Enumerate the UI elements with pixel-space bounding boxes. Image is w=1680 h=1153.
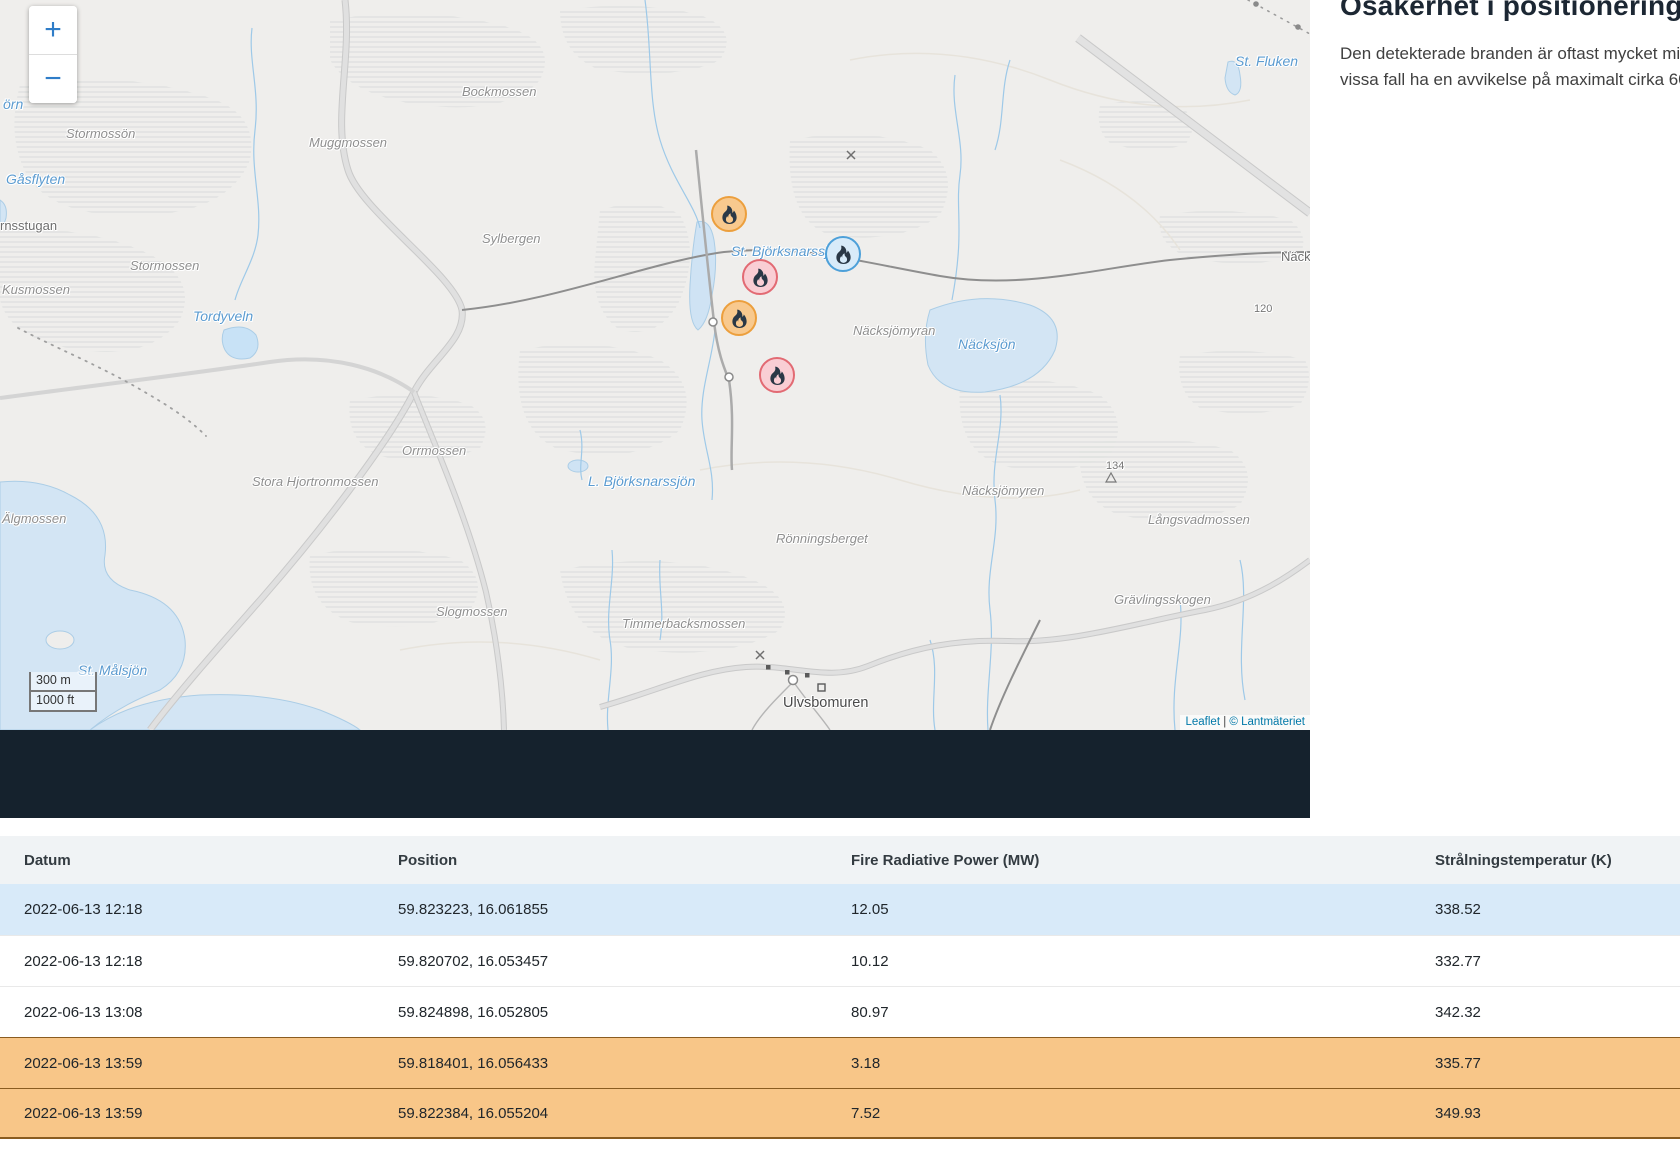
fire-marker-blue-1[interactable] bbox=[825, 236, 861, 272]
cell-temp: 342.32 bbox=[1435, 1003, 1481, 1021]
cell-datum: 2022-06-13 13:08 bbox=[24, 1003, 143, 1021]
lantmateriet-link[interactable]: © Lantmäteriet bbox=[1229, 716, 1305, 728]
cell-temp: 349.93 bbox=[1435, 1104, 1481, 1122]
cell-position: 59.822384, 16.055204 bbox=[398, 1104, 549, 1122]
flame-icon bbox=[752, 268, 768, 287]
scale-imperial: 1000 ft bbox=[29, 692, 97, 712]
cell-datum: 2022-06-13 13:59 bbox=[24, 1054, 143, 1072]
map-label-näcksjömyran: Näcksjömyran bbox=[853, 323, 936, 338]
attribution-separator: | bbox=[1220, 716, 1230, 728]
map-label-stormossön: Stormossön bbox=[66, 126, 136, 141]
uncertainty-panel: Osäkerhet i positionering Den detekterad… bbox=[1310, 0, 1680, 818]
map-label-långsvadmossen: Långsvadmossen bbox=[1148, 512, 1250, 527]
map-label-bockmossen: Bockmossen bbox=[462, 84, 537, 99]
table-row-0[interactable]: 2022-06-13 12:18 59.823223, 16.061855 12.0… bbox=[0, 884, 1680, 935]
table-row-3[interactable]: 2022-06-13 13:59 59.818401, 16.056433 3.18… bbox=[0, 1037, 1680, 1088]
panel-body-line2: vissa fall ha en avvikelse på maximalt c… bbox=[1340, 70, 1680, 89]
map-label-ulvsbomuren: Ulvsbomuren bbox=[783, 695, 869, 711]
cell-frp: 10.12 bbox=[851, 952, 889, 970]
flame-icon bbox=[731, 309, 747, 328]
panel-title: Osäkerhet i positionering bbox=[1340, 0, 1680, 21]
leaflet-link[interactable]: Leaflet bbox=[1185, 716, 1220, 728]
map-label-slogmossen: Slogmossen bbox=[436, 604, 508, 619]
map-label-näcksjömyren: Näcksjömyren bbox=[962, 483, 1045, 498]
table-body: 2022-06-13 12:18 59.823223, 16.061855 12.0… bbox=[0, 884, 1680, 1139]
cell-frp: 12.05 bbox=[851, 901, 889, 918]
column-header-3: Strålningstemperatur (K) bbox=[1435, 851, 1612, 869]
cell-temp: 335.77 bbox=[1435, 1054, 1481, 1072]
detections-table: Datum Position Fire Radiative Power (MW) St… bbox=[0, 836, 1680, 1139]
map-label-näcksjön: Näcksjön bbox=[958, 336, 1016, 352]
cell-position: 59.823223, 16.061855 bbox=[398, 901, 549, 918]
map-label-muggmossen: Muggmossen bbox=[309, 135, 388, 150]
zoom-in-button[interactable]: + bbox=[29, 6, 77, 54]
map-label-stora-hjortronmossen: Stora Hjortronmossen bbox=[252, 474, 379, 489]
cell-temp: 332.77 bbox=[1435, 952, 1481, 970]
flame-icon bbox=[769, 366, 785, 385]
screen: Stormossön Muggmossen Bockmossen Stormossen… bbox=[0, 0, 1680, 1153]
map-label-tordyveln: Tordyveln bbox=[193, 308, 254, 324]
panel-body-line1: Den detekterade branden är oftast mycket… bbox=[1340, 44, 1680, 63]
map-label-näck: Näck bbox=[1281, 249, 1310, 264]
scale-metric: 300 m bbox=[29, 672, 97, 692]
map-label-timmerbacksmossen: Timmerbacksmossen bbox=[622, 616, 746, 631]
map-label-134: 134 bbox=[1106, 460, 1125, 472]
map-label-l-björksnarssjön: L. Björksnarssjön bbox=[588, 473, 696, 489]
panel-body: Den detekterade branden är oftast mycket… bbox=[1340, 41, 1680, 93]
cell-frp: 80.97 bbox=[851, 1003, 889, 1021]
map-label-gåsflyten: Gåsflyten bbox=[6, 171, 66, 187]
table-row-4[interactable]: 2022-06-13 13:59 59.822384, 16.055204 7.52… bbox=[0, 1088, 1680, 1139]
flame-icon bbox=[835, 245, 851, 264]
map-scale: 300 m 1000 ft bbox=[29, 672, 97, 712]
map-attribution: Leaflet | © Lantmäteriet bbox=[1180, 715, 1310, 730]
map[interactable]: Stormossön Muggmossen Bockmossen Stormossen… bbox=[0, 0, 1310, 730]
map-label-orrmossen: Orrmossen bbox=[402, 443, 467, 458]
table-row-1[interactable]: 2022-06-13 12:18 59.820702, 16.053457 10.1… bbox=[0, 935, 1680, 986]
map-label-sylbergen: Sylbergen bbox=[482, 231, 541, 246]
map-label-st-fluken: St. Fluken bbox=[1235, 53, 1299, 69]
flame-icon bbox=[721, 205, 737, 224]
column-header-1: Position bbox=[398, 851, 458, 869]
map-label-grävlingsskogen: Grävlingsskogen bbox=[1114, 592, 1211, 607]
map-label-rnsstugan: rnsstugan bbox=[0, 218, 58, 233]
cell-temp: 338.52 bbox=[1435, 901, 1481, 918]
map-label-stormossen: Stormossen bbox=[130, 258, 200, 273]
map-label-120: 120 bbox=[1254, 303, 1273, 315]
map-label-älgmossen: Älgmossen bbox=[2, 511, 67, 526]
cell-datum: 2022-06-13 13:59 bbox=[24, 1104, 143, 1122]
fire-marker-pink-2[interactable] bbox=[742, 259, 778, 295]
column-header-0: Datum bbox=[24, 851, 71, 869]
fire-marker-orange-0[interactable] bbox=[711, 196, 747, 232]
cell-position: 59.824898, 16.052805 bbox=[398, 1003, 549, 1021]
column-header-2: Fire Radiative Power (MW) bbox=[851, 851, 1040, 869]
fire-marker-pink-4[interactable] bbox=[759, 357, 795, 393]
table-header-row: Datum Position Fire Radiative Power (MW) St… bbox=[0, 836, 1680, 884]
map-label-örn: örn bbox=[3, 96, 24, 112]
map-label-kusmossen: Kusmossen bbox=[2, 282, 70, 297]
table-row-2[interactable]: 2022-06-13 13:08 59.824898, 16.052805 80.9… bbox=[0, 986, 1680, 1037]
cell-position: 59.818401, 16.056433 bbox=[398, 1054, 549, 1072]
zoom-out-button[interactable]: − bbox=[29, 55, 77, 103]
cell-position: 59.820702, 16.053457 bbox=[398, 952, 549, 970]
map-zoom-control: + − bbox=[29, 6, 77, 103]
map-label-rönningsberget: Rönningsberget bbox=[776, 531, 868, 546]
cell-frp: 3.18 bbox=[851, 1054, 881, 1072]
cell-datum: 2022-06-13 12:18 bbox=[24, 952, 143, 970]
cell-datum: 2022-06-13 12:18 bbox=[24, 901, 143, 918]
fire-marker-orange-3[interactable] bbox=[721, 300, 757, 336]
cell-frp: 7.52 bbox=[851, 1104, 881, 1122]
timeline-bar: ‹ › Idag måndag 13 juni 2022 6/67/68/69/… bbox=[0, 730, 1310, 818]
